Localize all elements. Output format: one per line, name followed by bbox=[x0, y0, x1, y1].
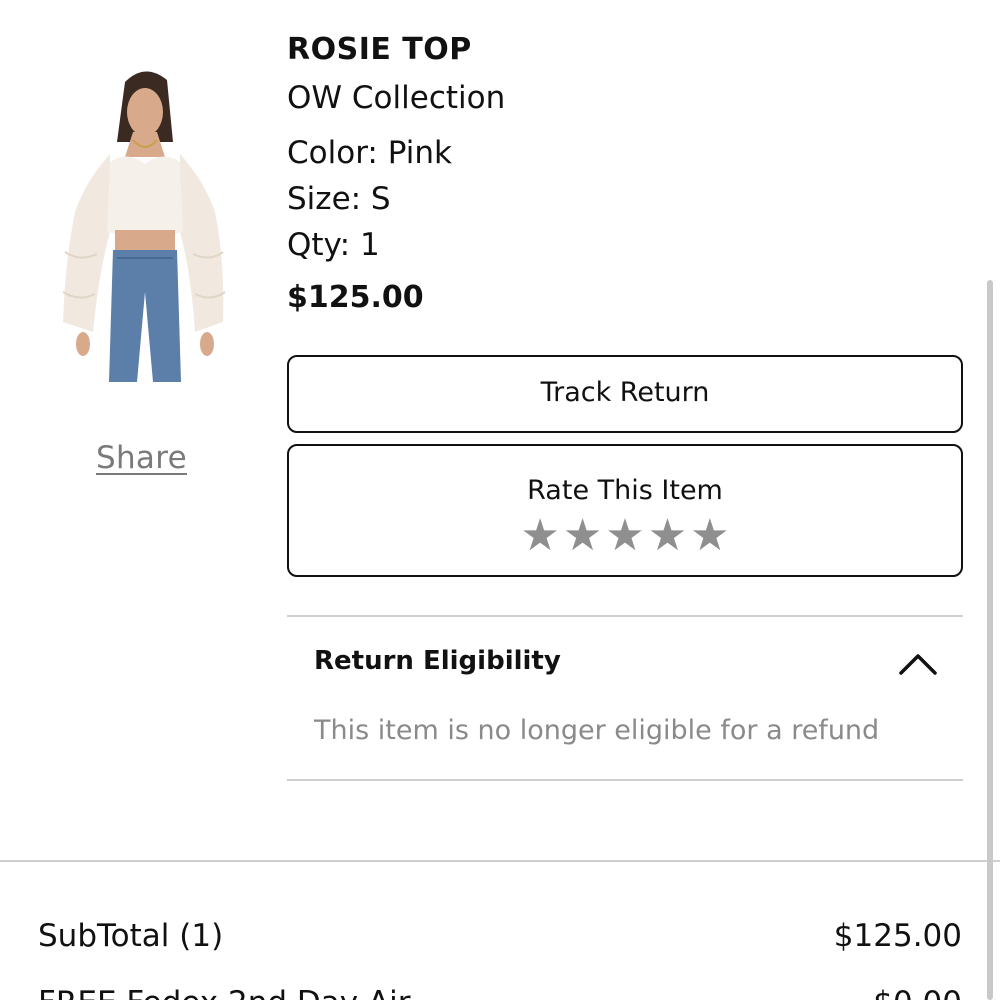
product-info: ROSIE TOP OW Collection Color: Pink Size… bbox=[287, 30, 967, 318]
rate-item-label: Rate This Item bbox=[527, 475, 723, 506]
product-photo bbox=[62, 71, 226, 382]
return-eligibility-title: Return Eligibility bbox=[314, 646, 561, 676]
product-image[interactable] bbox=[55, 62, 235, 387]
divider bbox=[287, 615, 963, 617]
track-return-label: Track Return bbox=[540, 377, 710, 408]
scrollbar[interactable] bbox=[987, 280, 993, 1000]
star-icon[interactable]: ★ bbox=[605, 514, 644, 558]
section-divider bbox=[0, 860, 1000, 862]
product-price: $125.00 bbox=[287, 280, 424, 315]
shipping-value: $0.00 bbox=[873, 985, 962, 1000]
star-rating: ★ ★ ★ ★ ★ bbox=[289, 514, 961, 558]
star-icon[interactable]: ★ bbox=[520, 514, 559, 558]
product-qty: Qty: 1 bbox=[287, 227, 380, 263]
product-size: Size: S bbox=[287, 181, 391, 217]
product-color: Color: Pink bbox=[287, 135, 452, 171]
chevron-up-icon bbox=[899, 654, 937, 675]
star-icon[interactable]: ★ bbox=[690, 514, 729, 558]
divider bbox=[287, 779, 963, 781]
share-link[interactable]: Share bbox=[96, 440, 187, 476]
subtotal-label: SubTotal (1) bbox=[38, 918, 224, 954]
order-item-page: Share ROSIE TOP OW Collection Color: Pin… bbox=[0, 0, 1000, 1000]
star-icon[interactable]: ★ bbox=[563, 514, 602, 558]
rate-item-button[interactable]: Rate This Item ★ ★ ★ ★ ★ bbox=[287, 444, 963, 577]
return-eligibility-toggle[interactable]: Return Eligibility bbox=[287, 640, 963, 690]
star-icon[interactable]: ★ bbox=[648, 514, 687, 558]
track-return-button[interactable]: Track Return bbox=[287, 355, 963, 433]
return-eligibility-message: This item is no longer eligible for a re… bbox=[314, 715, 880, 746]
subtotal-value: $125.00 bbox=[833, 918, 962, 954]
product-name: ROSIE TOP bbox=[287, 32, 472, 67]
product-brand: OW Collection bbox=[287, 80, 506, 116]
shipping-label: FREE Fedex 2nd Day Air bbox=[38, 985, 411, 1000]
